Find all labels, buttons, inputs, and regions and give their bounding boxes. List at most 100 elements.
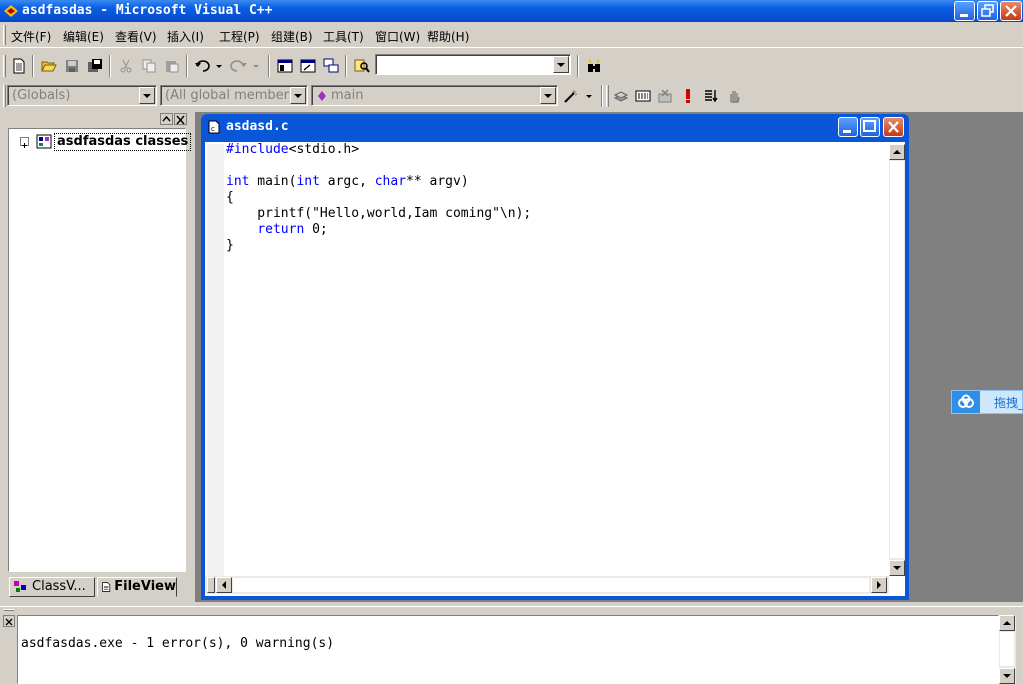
editor-maximize-button[interactable] xyxy=(860,117,880,137)
compile-button[interactable] xyxy=(610,85,632,107)
tab-fileview[interactable]: FileView xyxy=(97,577,177,597)
menu-file[interactable]: 文件(F) xyxy=(11,28,51,46)
redo-button[interactable] xyxy=(228,55,260,77)
toolbar-separator xyxy=(601,85,603,107)
code-line[interactable]: printf("Hello,world,Iam coming"\n); xyxy=(226,206,531,222)
editor-gutter[interactable] xyxy=(207,144,224,576)
menu-build[interactable]: 组建(B) xyxy=(271,28,313,46)
editor-minimize-button[interactable] xyxy=(838,117,858,137)
editor-title-bar[interactable]: c asdasd.c xyxy=(201,114,909,142)
menu-grip[interactable] xyxy=(3,25,6,45)
build-icon xyxy=(635,90,651,102)
scope-combo-dropdown[interactable] xyxy=(139,87,155,104)
members-combo-dropdown[interactable] xyxy=(290,87,306,104)
code-text[interactable]: #include<stdio.h> int main(int argc, char… xyxy=(226,142,531,254)
find-in-files-button[interactable] xyxy=(351,55,373,77)
members-combo[interactable]: (All global members xyxy=(160,85,308,106)
output-toggle-button[interactable] xyxy=(297,55,319,77)
code-line[interactable]: } xyxy=(226,238,531,254)
tab-label: FileView xyxy=(114,579,176,594)
workspace-close-button[interactable] xyxy=(174,113,187,125)
insert-remove-breakpoint-button[interactable] xyxy=(700,85,722,107)
wizard-actions-button[interactable] xyxy=(561,85,595,107)
splitter-handle[interactable] xyxy=(207,577,215,593)
save-all-button[interactable] xyxy=(84,55,106,77)
close-button[interactable] xyxy=(1000,1,1022,21)
save-icon xyxy=(66,60,78,72)
tab-classview[interactable]: ClassV... xyxy=(9,577,95,597)
editor-window[interactable]: c asdasd.c #include<stdio.h> int main(int… xyxy=(201,114,909,600)
scroll-track[interactable] xyxy=(1000,632,1014,666)
toolbar-separator xyxy=(186,55,188,77)
code-line[interactable]: int main(int argc, char** argv) xyxy=(226,174,531,190)
breakpoint-hand-button[interactable] xyxy=(723,85,745,107)
hscroll-track[interactable] xyxy=(233,578,869,592)
cut-button[interactable] xyxy=(115,55,137,77)
function-combo-dropdown[interactable] xyxy=(540,87,556,104)
editor-close-button[interactable] xyxy=(883,117,904,137)
toolbar-grip[interactable] xyxy=(606,85,609,107)
find-combo[interactable] xyxy=(375,54,571,75)
menu-help[interactable]: 帮助(H) xyxy=(427,28,469,46)
app-icon[interactable] xyxy=(3,3,19,19)
function-combo[interactable]: main xyxy=(311,85,558,106)
menu-project[interactable]: 工程(P) xyxy=(219,28,260,46)
toolbar-grip[interactable] xyxy=(3,85,6,107)
stop-build-icon xyxy=(658,89,672,103)
code-line[interactable] xyxy=(226,158,531,174)
scroll-up-button[interactable] xyxy=(889,144,905,160)
maximize-icon xyxy=(863,120,876,132)
execute-button[interactable] xyxy=(677,85,699,107)
tree-root-label[interactable]: asdfasdas classes xyxy=(54,133,192,151)
window-list-button[interactable] xyxy=(320,55,342,77)
restore-button[interactable] xyxy=(977,1,998,21)
workspace-toggle-button[interactable] xyxy=(274,55,296,77)
find-combo-dropdown[interactable] xyxy=(553,56,569,73)
output-vertical-scrollbar[interactable] xyxy=(999,615,1016,684)
output-grip[interactable] xyxy=(4,609,14,611)
scope-combo[interactable]: (Globals) xyxy=(7,85,157,106)
paste-button[interactable] xyxy=(161,55,183,77)
menu-insert[interactable]: 插入(I) xyxy=(167,28,204,46)
scroll-right-button[interactable] xyxy=(871,577,887,593)
tree-expand-toggle[interactable] xyxy=(20,137,29,148)
close-icon xyxy=(888,121,899,133)
scroll-down-button[interactable] xyxy=(889,560,905,576)
code-line[interactable]: #include<stdio.h> xyxy=(226,142,531,158)
arrow-left-icon xyxy=(222,581,226,589)
chevron-down-icon xyxy=(294,93,302,98)
class-tree[interactable]: asdfasdas classes xyxy=(8,128,192,572)
title-bar[interactable]: asdfasdas - Microsoft Visual C++ xyxy=(0,0,1023,22)
editor-vertical-scrollbar[interactable] xyxy=(889,144,905,576)
minimize-button[interactable] xyxy=(954,1,975,21)
new-text-file-button[interactable] xyxy=(8,55,30,77)
scroll-down-button[interactable] xyxy=(999,668,1015,684)
scroll-up-button[interactable] xyxy=(999,615,1015,631)
scroll-track[interactable] xyxy=(890,161,904,558)
chevron-down-icon xyxy=(557,62,565,67)
save-button[interactable] xyxy=(61,55,83,77)
output-text-area[interactable]: asdfasdas.exe - 1 error(s), 0 warning(s) xyxy=(17,615,999,684)
copy-button[interactable] xyxy=(138,55,160,77)
scroll-left-button[interactable] xyxy=(216,577,232,593)
code-line[interactable]: { xyxy=(226,190,531,206)
stop-build-button[interactable] xyxy=(654,85,676,107)
open-button[interactable] xyxy=(38,55,60,77)
code-line[interactable]: return 0; xyxy=(226,222,531,238)
toolbar-grip[interactable] xyxy=(3,55,6,77)
menu-bar: 文件(F) 编辑(E) 查看(V) 插入(I) 工程(P) 组建(B) 工具(T… xyxy=(0,24,1023,48)
tab-label: ClassV... xyxy=(32,579,86,594)
exclamation-icon xyxy=(686,89,690,103)
menu-view[interactable]: 查看(V) xyxy=(115,28,157,46)
output-close-button[interactable] xyxy=(3,615,15,627)
code-editor[interactable]: #include<stdio.h> int main(int argc, char… xyxy=(205,142,905,596)
build-button[interactable] xyxy=(632,85,654,107)
editor-horizontal-scrollbar[interactable] xyxy=(205,576,889,594)
menu-window[interactable]: 窗口(W) xyxy=(375,28,420,46)
undo-button[interactable] xyxy=(192,55,224,77)
floating-upload-widget[interactable]: 拖拽_ xyxy=(951,390,1023,414)
menu-edit[interactable]: 编辑(E) xyxy=(63,28,104,46)
find-button[interactable] xyxy=(583,55,605,77)
workspace-maximize-button[interactable] xyxy=(160,113,173,125)
menu-tools[interactable]: 工具(T) xyxy=(323,28,364,46)
